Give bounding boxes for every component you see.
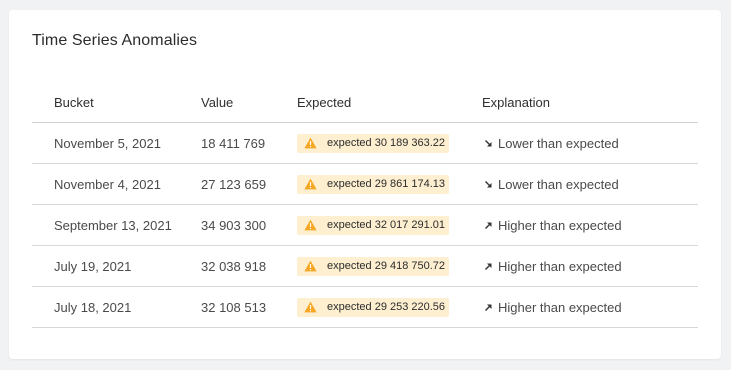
explanation-cell: Higher than expected	[482, 246, 622, 286]
value-cell: 27 123 659	[201, 176, 267, 192]
table-row[interactable]: November 4, 2021 27 123 659 expected 29 …	[32, 164, 698, 205]
table-row[interactable]: September 13, 2021 34 903 300 expected 3…	[32, 205, 698, 246]
bucket-cell: November 5, 2021	[54, 135, 161, 151]
column-header-value[interactable]: Value	[201, 82, 233, 122]
expected-text: expected 29 418 750.72	[327, 260, 446, 272]
value-cell: 32 108 513	[201, 299, 267, 315]
arrow-down-right-icon	[484, 180, 493, 189]
table-row[interactable]: November 5, 2021 18 411 769 expected 30 …	[32, 123, 698, 164]
expected-text: expected 30 189 363.22	[327, 137, 446, 149]
explanation-cell: Lower than expected	[482, 164, 619, 204]
table-row[interactable]: July 19, 2021 32 038 918 expected 29 418…	[32, 246, 698, 287]
expected-text: expected 32 017 291.01	[327, 219, 446, 231]
arrow-up-right-icon	[484, 262, 493, 271]
trend: Lower than expected	[482, 136, 619, 151]
explanation-text: Lower than expected	[498, 135, 619, 151]
expected-text: expected 29 253 220.56	[327, 301, 446, 313]
bucket-cell: July 19, 2021	[54, 258, 132, 274]
expected-badge: expected 32 017 291.01	[297, 215, 450, 235]
value-cell: 32 038 918	[201, 258, 267, 274]
expected-cell: expected 29 861 174.13	[297, 164, 450, 204]
anomalies-table: Bucket Value Expected Explanation Novemb…	[32, 82, 698, 328]
trend: Higher than expected	[482, 218, 622, 233]
expected-badge: expected 29 253 220.56	[297, 297, 450, 317]
warning-icon	[304, 260, 317, 272]
trend: Lower than expected	[482, 177, 619, 192]
card-title: Time Series Anomalies	[32, 32, 198, 49]
bucket-cell: September 13, 2021	[54, 217, 172, 233]
column-header-explanation[interactable]: Explanation	[482, 82, 550, 122]
table-row[interactable]: July 18, 2021 32 108 513 expected 29 253…	[32, 287, 698, 328]
warning-icon	[304, 178, 317, 190]
anomalies-card: Time Series Anomalies Bucket Value Expec…	[9, 10, 721, 359]
explanation-cell: Higher than expected	[482, 287, 622, 327]
expected-text: expected 29 861 174.13	[327, 178, 446, 190]
warning-icon	[304, 301, 317, 313]
trend: Higher than expected	[482, 300, 622, 315]
expected-cell: expected 29 253 220.56	[297, 287, 450, 327]
column-header-expected[interactable]: Expected	[297, 82, 351, 122]
explanation-text: Higher than expected	[498, 299, 622, 315]
expected-badge: expected 29 418 750.72	[297, 256, 450, 276]
arrow-up-right-icon	[484, 221, 493, 230]
bucket-cell: November 4, 2021	[54, 176, 161, 192]
explanation-cell: Lower than expected	[482, 123, 619, 163]
column-header-bucket[interactable]: Bucket	[54, 82, 94, 122]
explanation-cell: Higher than expected	[482, 205, 622, 245]
expected-cell: expected 29 418 750.72	[297, 246, 450, 286]
warning-icon	[304, 219, 317, 231]
expected-badge: expected 29 861 174.13	[297, 174, 450, 194]
explanation-text: Higher than expected	[498, 217, 622, 233]
explanation-text: Lower than expected	[498, 176, 619, 192]
expected-badge: expected 30 189 363.22	[297, 133, 450, 153]
table-header: Bucket Value Expected Explanation	[32, 82, 698, 123]
expected-cell: expected 30 189 363.22	[297, 123, 450, 163]
bucket-cell: July 18, 2021	[54, 299, 132, 315]
expected-cell: expected 32 017 291.01	[297, 205, 450, 245]
explanation-text: Higher than expected	[498, 258, 622, 274]
warning-icon	[304, 137, 317, 149]
arrow-down-right-icon	[484, 139, 493, 148]
arrow-up-right-icon	[484, 303, 493, 312]
value-cell: 18 411 769	[201, 135, 266, 151]
trend: Higher than expected	[482, 259, 622, 274]
value-cell: 34 903 300	[201, 217, 267, 233]
